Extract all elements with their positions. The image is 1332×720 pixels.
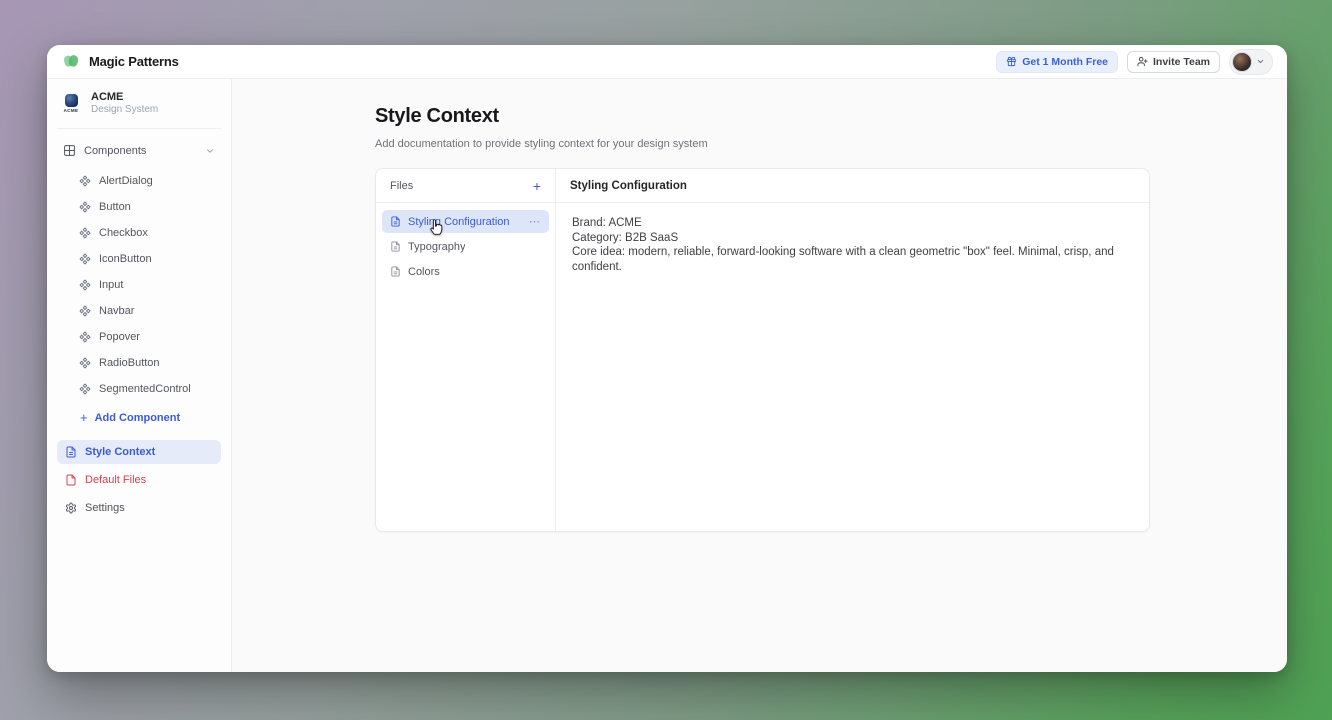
invite-team-label: Invite Team xyxy=(1153,56,1210,68)
acme-logo-mark xyxy=(65,94,78,107)
file-icon xyxy=(65,474,77,486)
sidebar-item-alertdialog[interactable]: AlertDialog xyxy=(57,168,221,194)
component-label: SegmentedControl xyxy=(99,383,191,395)
files-list: Styling Configuration ⋯ Typography xyxy=(376,203,556,531)
chevron-down-icon xyxy=(1256,57,1265,66)
component-label: IconButton xyxy=(99,253,152,265)
workspace-name: ACME xyxy=(91,91,158,104)
component-icon xyxy=(79,357,91,369)
desktop-background: { "topbar": { "brand": "Magic Patterns",… xyxy=(0,0,1332,720)
sidebar-item-iconbutton[interactable]: IconButton xyxy=(57,246,221,272)
component-label: Input xyxy=(99,279,123,291)
component-icon xyxy=(79,227,91,239)
sidebar-item-button[interactable]: Button xyxy=(57,194,221,220)
gift-icon xyxy=(1006,56,1017,67)
file-text-icon xyxy=(390,266,401,277)
add-component-button[interactable]: + Add Component xyxy=(57,404,221,432)
plus-icon: + xyxy=(80,413,88,423)
file-label: Typography xyxy=(408,241,465,253)
component-icon xyxy=(79,331,91,343)
sidebar-divider xyxy=(57,128,221,129)
file-label: Styling Configuration xyxy=(408,216,510,228)
content-header-label: Styling Configuration xyxy=(570,180,687,192)
component-icon xyxy=(79,175,91,187)
sidebar-item-radiobutton[interactable]: RadioButton xyxy=(57,350,221,376)
file-content: Brand: ACME Category: B2B SaaS Core idea… xyxy=(556,203,1149,531)
app-window: Magic Patterns Get 1 Month Free xyxy=(47,45,1287,672)
sidebar-item-segmentedcontrol[interactable]: SegmentedControl xyxy=(57,376,221,402)
sidebar-nav: Style Context Default Files Settings xyxy=(57,440,221,520)
components-section-toggle[interactable]: Components xyxy=(57,139,221,162)
acme-logo-text: ACME xyxy=(64,108,79,113)
components-section-label: Components xyxy=(84,145,146,157)
nav-label: Settings xyxy=(85,502,125,514)
content-line: Core idea: modern, reliable, forward-loo… xyxy=(572,245,1133,274)
sidebar-item-navbar[interactable]: Navbar xyxy=(57,298,221,324)
sidebar-item-style-context[interactable]: Style Context xyxy=(57,440,221,464)
acme-logo: ACME xyxy=(59,94,83,113)
style-context-panel: Files + Styling Configuration Styling Co xyxy=(375,168,1150,532)
files-header-label: Files xyxy=(390,180,413,192)
page-title: Style Context xyxy=(375,105,1287,128)
files-column-header: Files + xyxy=(376,169,556,202)
brand-logo: Magic Patterns xyxy=(61,53,179,70)
content-line: Category: B2B SaaS xyxy=(572,231,1133,246)
file-label: Colors xyxy=(408,266,440,278)
gear-icon xyxy=(65,502,77,514)
sidebar: ACME ACME Design System Components xyxy=(47,79,232,672)
sidebar-item-settings[interactable]: Settings xyxy=(57,496,221,520)
components-grid-icon xyxy=(63,144,76,157)
component-label: Navbar xyxy=(99,305,134,317)
file-row-styling-configuration[interactable]: Styling Configuration ⋯ xyxy=(382,210,549,233)
component-icon xyxy=(79,201,91,213)
top-bar-actions: Get 1 Month Free Invite Team xyxy=(996,49,1273,75)
nav-label: Default Files xyxy=(85,474,146,486)
sidebar-item-checkbox[interactable]: Checkbox xyxy=(57,220,221,246)
component-label: Checkbox xyxy=(99,227,148,239)
avatar xyxy=(1232,52,1252,72)
add-file-button[interactable]: + xyxy=(533,179,541,193)
content-header: Styling Configuration xyxy=(556,169,1149,202)
panel-header: Files + Styling Configuration xyxy=(376,169,1149,203)
get-month-free-label: Get 1 Month Free xyxy=(1022,56,1108,68)
chevron-down-icon xyxy=(205,146,215,156)
invite-team-button[interactable]: Invite Team xyxy=(1127,51,1220,73)
component-icon xyxy=(79,279,91,291)
sidebar-item-input[interactable]: Input xyxy=(57,272,221,298)
file-row-typography[interactable]: Typography xyxy=(382,235,549,258)
file-text-icon xyxy=(390,216,401,227)
workspace-switcher[interactable]: ACME ACME Design System xyxy=(57,91,221,116)
file-row-colors[interactable]: Colors xyxy=(382,260,549,283)
panel-body: Styling Configuration ⋯ Typography xyxy=(376,203,1149,531)
component-label: RadioButton xyxy=(99,357,160,369)
top-bar: Magic Patterns Get 1 Month Free xyxy=(47,45,1287,79)
account-menu[interactable] xyxy=(1229,49,1273,75)
sidebar-item-default-files[interactable]: Default Files xyxy=(57,468,221,492)
component-icon xyxy=(79,253,91,265)
file-text-icon xyxy=(390,241,401,252)
component-label: AlertDialog xyxy=(99,175,153,187)
component-icon xyxy=(79,305,91,317)
file-options-menu[interactable]: ⋯ xyxy=(529,215,541,228)
page-subtitle: Add documentation to provide styling con… xyxy=(375,138,1287,150)
sidebar-item-popover[interactable]: Popover xyxy=(57,324,221,350)
content-line: Brand: ACME xyxy=(572,216,1133,231)
component-label: Popover xyxy=(99,331,140,343)
nav-label: Style Context xyxy=(85,446,155,458)
main-content: Style Context Add documentation to provi… xyxy=(232,79,1287,672)
magic-patterns-logo-icon xyxy=(61,53,82,70)
brand-name: Magic Patterns xyxy=(89,54,179,69)
workspace-subtitle: Design System xyxy=(91,104,158,116)
add-component-label: Add Component xyxy=(95,412,181,424)
component-icon xyxy=(79,383,91,395)
file-text-icon xyxy=(65,446,77,458)
component-label: Button xyxy=(99,201,131,213)
user-plus-icon xyxy=(1137,56,1148,67)
component-list: AlertDialog Button Checkbox IconButton I… xyxy=(57,168,221,402)
get-month-free-button[interactable]: Get 1 Month Free xyxy=(996,51,1118,73)
